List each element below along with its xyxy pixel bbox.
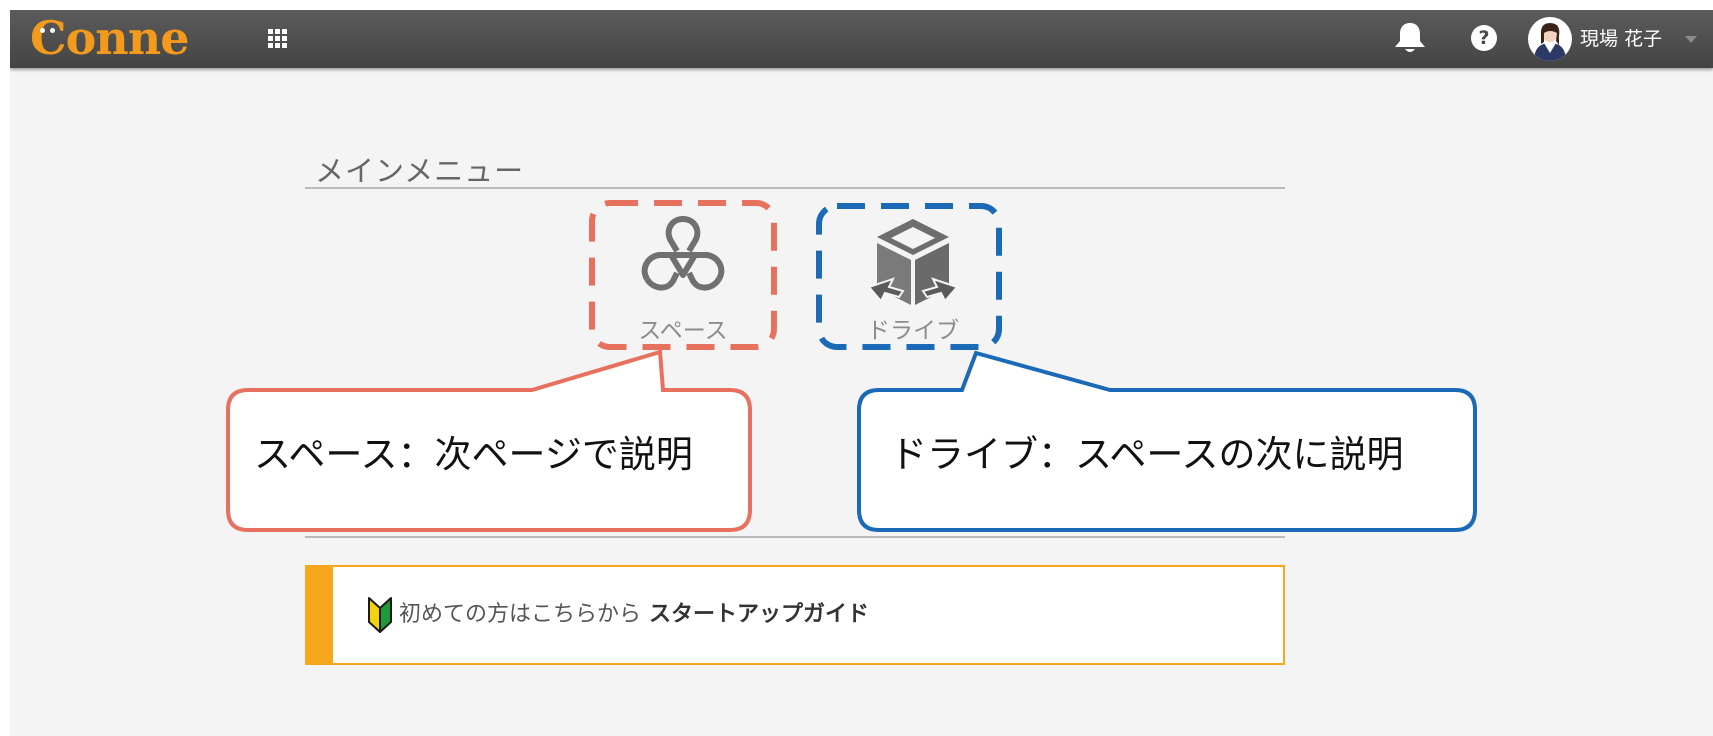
beginner-leaf-icon: [368, 597, 392, 633]
app-window: Conne ? 現場 花子 メインメニュー スペース ドライブ スペース：次ペー…: [10, 10, 1713, 736]
guide-text: 初めての方はこちらから スタートアップガイド: [399, 595, 869, 635]
chevron-down-icon: [1685, 36, 1697, 43]
tile-label-drive: ドライブ: [867, 318, 959, 344]
avatar: [1528, 17, 1572, 61]
section-title: メインメニュー: [315, 154, 525, 188]
space-callout-text: スペース：次ページで説明: [254, 433, 693, 476]
bell-icon[interactable]: [1390, 20, 1430, 56]
top-navigation-bar: Conne ? 現場 花子: [10, 10, 1713, 68]
banner-accent-bar: [305, 565, 333, 665]
help-button[interactable]: ?: [1471, 25, 1497, 51]
space-icon: [641, 216, 725, 291]
drive-icon: [867, 219, 959, 305]
top-divider: [305, 187, 1285, 189]
apps-grid-icon[interactable]: [268, 29, 288, 49]
user-name: 現場 花子: [1580, 28, 1663, 50]
space-menu-tile[interactable]: スペース: [593, 207, 773, 347]
startup-guide-link[interactable]: スタートアップガイド: [649, 602, 869, 627]
tile-label-space: スペース: [638, 318, 728, 344]
logo-text: onne: [65, 11, 190, 65]
bottom-divider: [305, 536, 1285, 538]
guide-intro: 初めての方はこちらから: [399, 602, 642, 627]
drive-menu-tile[interactable]: ドライブ: [823, 207, 1003, 347]
logo-c-face: C: [30, 11, 67, 65]
drive-callout-text: ドライブ：スペースの次に説明: [890, 433, 1404, 476]
conne-logo[interactable]: Conne: [30, 11, 190, 65]
user-menu[interactable]: 現場 花子: [1528, 16, 1713, 62]
startup-guide-banner[interactable]: 初めての方はこちらから スタートアップガイド: [305, 565, 1285, 665]
